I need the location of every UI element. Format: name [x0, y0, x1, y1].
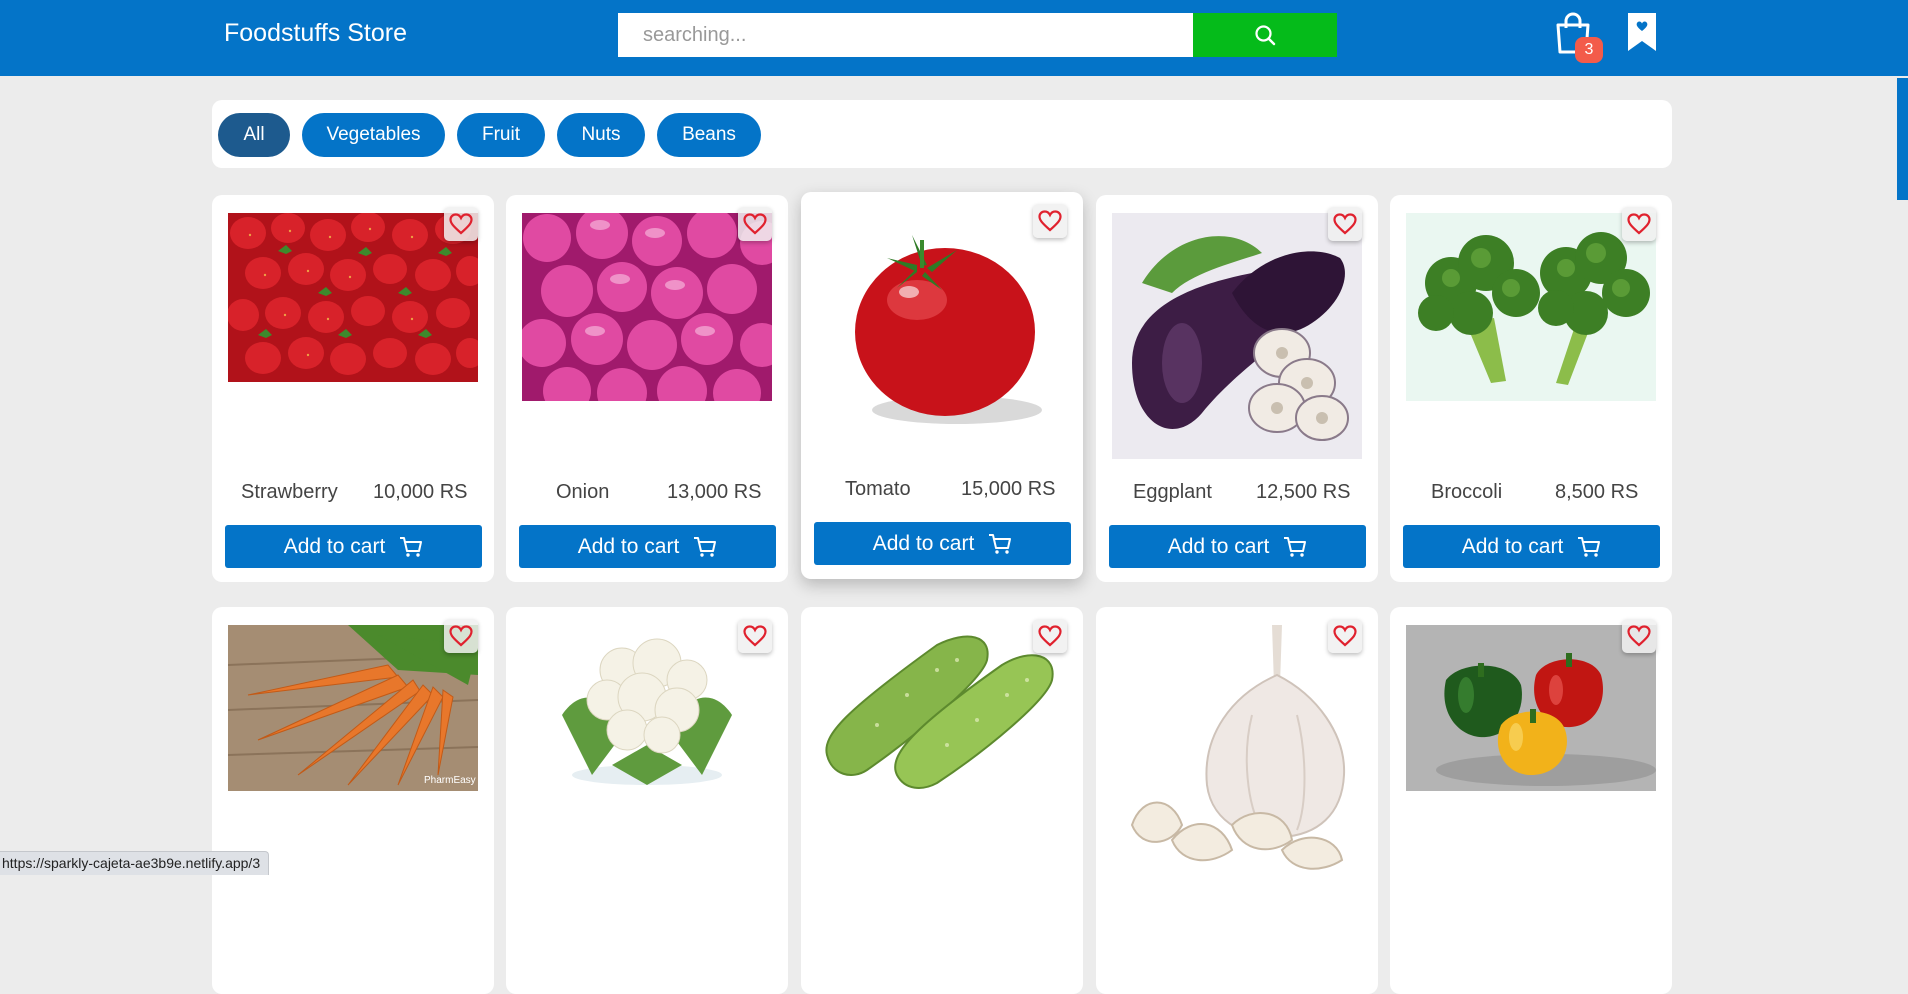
product-card	[1096, 607, 1378, 994]
product-card	[1390, 607, 1672, 994]
heart-icon	[449, 213, 473, 235]
heart-icon	[1038, 210, 1062, 232]
add-to-cart-button[interactable]: Add to cart	[519, 525, 776, 568]
heart-icon	[1038, 625, 1062, 647]
product-card: PharmEasy	[212, 607, 494, 994]
product-card: Eggplant 12,500 RS Add to cart	[1096, 195, 1378, 582]
filter-chip-nuts[interactable]: Nuts	[557, 113, 645, 157]
add-to-favorites-button[interactable]	[1328, 207, 1362, 241]
product-card	[801, 607, 1083, 994]
add-to-favorites-button[interactable]	[738, 619, 772, 653]
product-card: Onion 13,000 RS Add to cart	[506, 195, 788, 582]
product-name: Eggplant	[1133, 481, 1212, 503]
cart-icon	[1578, 536, 1601, 557]
product-image-strawberry	[228, 213, 478, 382]
heart-icon	[1627, 213, 1651, 235]
filter-chip-fruit[interactable]: Fruit	[457, 113, 545, 157]
search-bar	[618, 13, 1337, 57]
favorites-button[interactable]	[1627, 12, 1657, 52]
add-to-cart-button[interactable]: Add to cart	[1403, 525, 1660, 568]
product-price: 15,000 RS	[961, 478, 1056, 500]
filter-chip-beans[interactable]: Beans	[657, 113, 761, 157]
add-to-cart-label: Add to cart	[577, 534, 680, 558]
add-to-favorites-button[interactable]	[444, 619, 478, 653]
image-watermark: PharmEasy	[424, 775, 476, 786]
add-to-cart-button[interactable]: Add to cart	[1109, 525, 1366, 568]
heart-icon	[1627, 625, 1651, 647]
heart-icon	[743, 625, 767, 647]
add-to-cart-label: Add to cart	[283, 534, 386, 558]
product-card: Tomato 15,000 RS Add to cart	[801, 192, 1083, 579]
add-to-favorites-button[interactable]	[1622, 207, 1656, 241]
product-card: Broccoli 8,500 RS Add to cart	[1390, 195, 1672, 582]
cart-button[interactable]: 3	[1553, 11, 1603, 63]
heart-icon	[449, 625, 473, 647]
filter-chip-all[interactable]: All	[218, 113, 290, 157]
add-to-cart-label: Add to cart	[1461, 534, 1564, 558]
product-name: Broccoli	[1431, 481, 1503, 503]
add-to-favorites-button[interactable]	[444, 207, 478, 241]
scrollbar-thumb[interactable]	[1897, 78, 1908, 200]
product-image-onion	[522, 213, 772, 401]
product-name: Tomato	[845, 478, 911, 500]
heart-icon	[743, 213, 767, 235]
add-to-favorites-button[interactable]	[738, 207, 772, 241]
store-brand[interactable]: Foodstuffs Store	[224, 19, 407, 48]
product-card	[506, 607, 788, 994]
category-filter-bar: All Vegetables Fruit Nuts Beans	[212, 100, 1672, 168]
product-image-carrot: PharmEasy	[228, 625, 478, 791]
status-bar-url: https://sparkly-cajeta-ae3b9e.netlify.ap…	[0, 851, 270, 875]
product-name: Strawberry	[241, 481, 338, 503]
product-price: 8,500 RS	[1555, 481, 1639, 503]
product-image-tomato	[817, 210, 1067, 440]
add-to-favorites-button[interactable]	[1033, 619, 1067, 653]
top-navbar: Foodstuffs Store 3	[0, 0, 1908, 76]
product-price: 13,000 RS	[667, 481, 762, 503]
add-to-cart-label: Add to cart	[1167, 534, 1270, 558]
cart-icon	[694, 536, 717, 557]
product-image-bell-peppers	[1406, 625, 1656, 791]
filter-chip-vegetables[interactable]: Vegetables	[302, 113, 445, 157]
add-to-favorites-button[interactable]	[1033, 204, 1067, 238]
cart-count-badge: 3	[1575, 37, 1603, 63]
add-to-favorites-button[interactable]	[1622, 619, 1656, 653]
product-image-broccoli	[1406, 213, 1656, 401]
add-to-cart-button[interactable]: Add to cart	[225, 525, 482, 568]
product-image-eggplant	[1112, 213, 1362, 459]
add-to-cart-button[interactable]: Add to cart	[814, 522, 1071, 565]
cart-icon	[400, 536, 423, 557]
cart-icon	[1284, 536, 1307, 557]
search-icon	[1255, 25, 1276, 46]
product-name: Onion	[556, 481, 610, 503]
heart-icon	[1333, 625, 1357, 647]
product-image-cauliflower	[522, 625, 772, 791]
product-image-cucumber	[817, 625, 1067, 791]
product-card: Strawberry 10,000 RS Add to cart	[212, 195, 494, 582]
search-input[interactable]	[618, 13, 1193, 57]
product-price: 12,500 RS	[1256, 481, 1351, 503]
product-image-garlic	[1112, 625, 1362, 874]
product-price: 10,000 RS	[373, 481, 468, 503]
add-to-favorites-button[interactable]	[1328, 619, 1362, 653]
add-to-cart-label: Add to cart	[872, 531, 975, 555]
bookmark-heart-icon	[1628, 13, 1656, 51]
cart-icon	[989, 533, 1012, 554]
search-button[interactable]	[1193, 13, 1337, 57]
heart-icon	[1333, 213, 1357, 235]
